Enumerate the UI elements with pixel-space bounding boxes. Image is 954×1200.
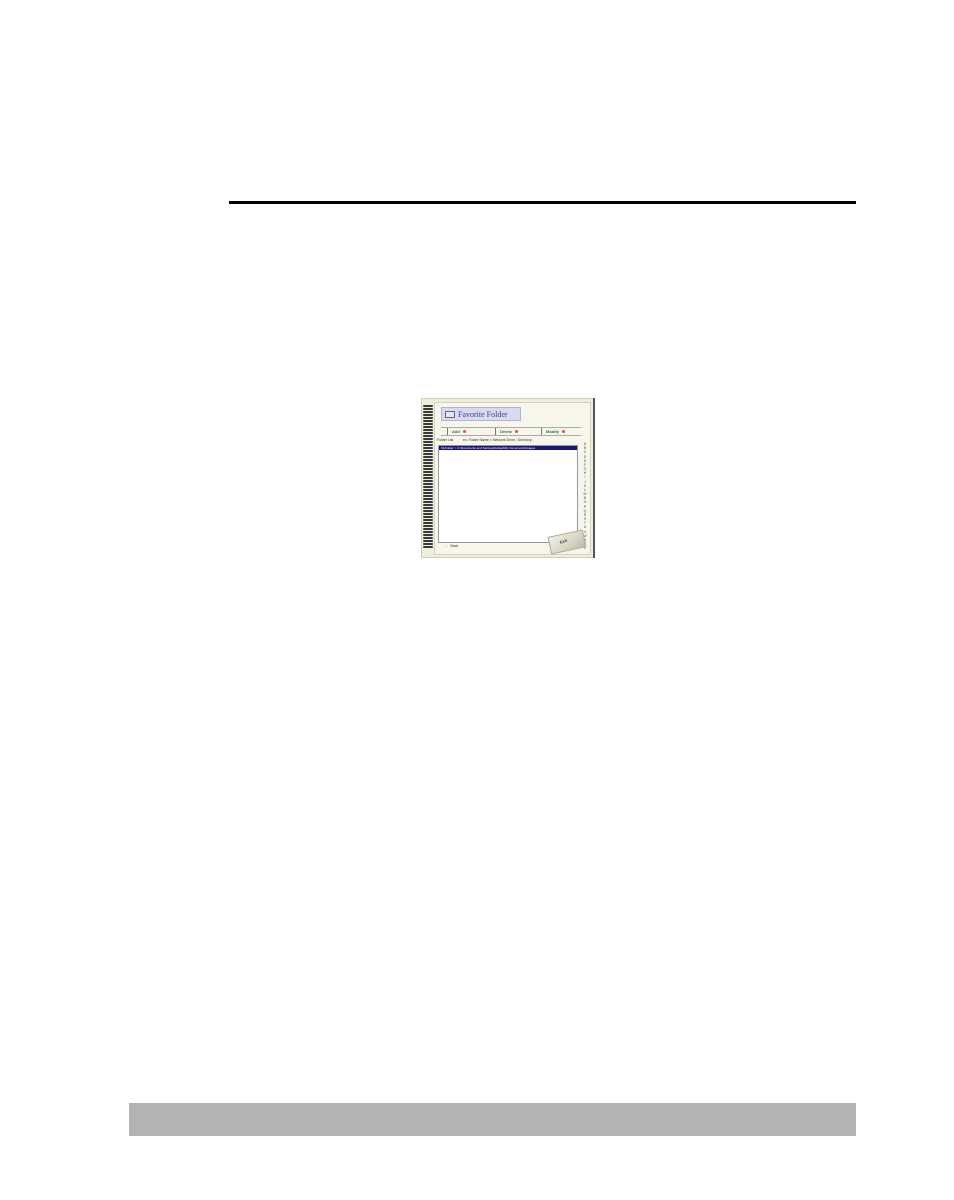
spiral-ring xyxy=(423,438,433,440)
exit-label: Exit xyxy=(559,537,568,545)
add-label: Add xyxy=(452,429,460,434)
notebook-page: Favorite Folder Add Delete Modify Folder… xyxy=(434,402,591,555)
spiral-ring xyxy=(423,426,433,428)
modify-bullet-icon xyxy=(561,430,565,434)
spiral-ring xyxy=(423,465,433,467)
spiral-ring xyxy=(423,405,433,407)
alphabet-letter-z[interactable]: Z xyxy=(584,547,586,551)
spiral-ring xyxy=(423,501,433,503)
spiral-ring xyxy=(423,456,433,458)
spiral-ring xyxy=(423,444,433,446)
spiral-ring xyxy=(423,504,433,506)
spiral-ring xyxy=(423,498,433,500)
spiral-ring xyxy=(423,477,433,479)
spiral-ring xyxy=(423,486,433,488)
spiral-ring xyxy=(423,453,433,455)
spiral-ring xyxy=(423,471,433,473)
window-edge xyxy=(593,398,595,558)
spiral-ring xyxy=(423,483,433,485)
spiral-ring xyxy=(423,522,433,524)
spiral-ring xyxy=(423,519,433,521)
spiral-ring xyxy=(423,531,433,533)
notebook-spiral xyxy=(423,405,433,555)
spiral-ring xyxy=(423,480,433,482)
favorite-folder-window: Favorite Folder Add Delete Modify Folder… xyxy=(421,398,594,558)
toolbar: Add Delete Modify xyxy=(441,427,581,436)
spiral-ring xyxy=(423,432,433,434)
delete-label: Delete xyxy=(500,429,513,434)
modify-button[interactable]: Modify xyxy=(541,428,565,435)
spiral-ring xyxy=(423,417,433,419)
folder-list[interactable]: MyFolder > C:\Documents and Settings\Def… xyxy=(438,445,578,543)
spiral-ring xyxy=(423,495,433,497)
window-title: Favorite Folder xyxy=(458,410,508,419)
column-folder-list: Folder List xyxy=(437,438,454,442)
spiral-ring xyxy=(423,408,433,410)
spiral-ring xyxy=(423,459,433,461)
spiral-ring xyxy=(423,423,433,425)
delete-button[interactable]: Delete xyxy=(495,428,519,435)
spiral-ring xyxy=(423,441,433,443)
spiral-ring xyxy=(423,462,433,464)
header-rule xyxy=(229,201,856,204)
spiral-ring xyxy=(423,414,433,416)
spiral-ring xyxy=(423,507,433,509)
spiral-ring xyxy=(423,513,433,515)
spiral-ring xyxy=(423,546,433,548)
spiral-ring xyxy=(423,543,433,545)
back-label: Back xyxy=(450,544,459,548)
footer-bar xyxy=(129,1103,856,1136)
spiral-ring xyxy=(423,468,433,470)
modify-label: Modify xyxy=(546,429,559,434)
title-tab: Favorite Folder xyxy=(441,407,521,421)
back-arrow-icon: ← xyxy=(445,544,449,548)
spiral-ring xyxy=(423,537,433,539)
spiral-ring xyxy=(423,528,433,530)
spiral-ring xyxy=(423,516,433,518)
spiral-ring xyxy=(423,450,433,452)
add-bullet-icon xyxy=(462,430,466,434)
add-button[interactable]: Add xyxy=(447,428,466,435)
spiral-ring xyxy=(423,525,433,527)
back-button[interactable]: ← Back xyxy=(445,544,458,550)
spiral-ring xyxy=(423,489,433,491)
list-item[interactable]: MyFolder > C:\Documents and Settings\Def… xyxy=(439,446,577,450)
spiral-ring xyxy=(423,447,433,449)
spiral-ring xyxy=(423,420,433,422)
column-detail: ex. Folder Name > Network Drive / Direct… xyxy=(463,438,532,442)
folder-icon xyxy=(445,411,455,418)
spiral-ring xyxy=(423,492,433,494)
spiral-ring xyxy=(423,540,433,542)
spiral-ring xyxy=(423,534,433,536)
spiral-ring xyxy=(423,429,433,431)
spiral-ring xyxy=(423,411,433,413)
spiral-ring xyxy=(423,435,433,437)
delete-bullet-icon xyxy=(515,430,519,434)
spiral-ring xyxy=(423,474,433,476)
column-header: Folder List ex. Folder Name > Network Dr… xyxy=(437,438,577,444)
spiral-ring xyxy=(423,510,433,512)
